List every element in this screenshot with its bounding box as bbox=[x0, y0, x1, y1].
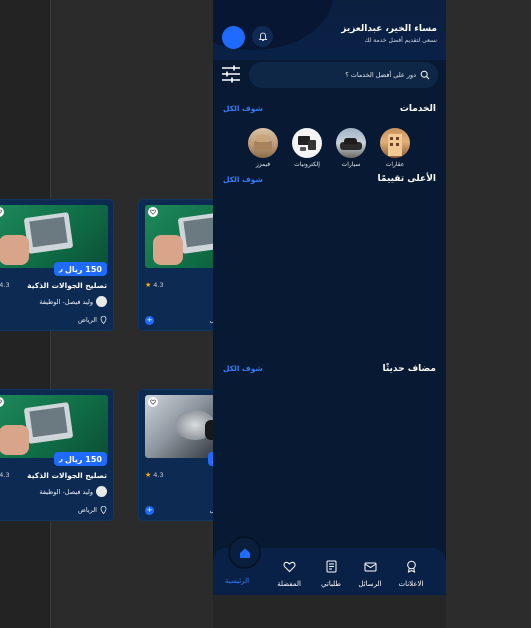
price-badge: 150 ريالر bbox=[53, 452, 107, 466]
service-rating: ★4.3 bbox=[0, 281, 10, 289]
mobile-app-frame: مساء الخير، عبدالعزيز نسعى لتقديم أفضل خ… bbox=[213, 0, 446, 595]
seller-name: وليد فيصل- الوظيفة bbox=[39, 297, 93, 306]
service-card[interactable]: 150 ريالر تصليح الجوالات الذكية ★4.3 وليد ف… bbox=[0, 199, 114, 331]
category-label: فيمزز bbox=[255, 161, 271, 168]
home-icon bbox=[239, 548, 250, 558]
seller-info: وليد فيصل- الوظيفة bbox=[39, 296, 107, 307]
top-rated-title: الأعلى تقييمًا bbox=[377, 174, 436, 184]
riyal-currency-icon: ر bbox=[58, 265, 63, 273]
recently-added-title: مضاف حديثًا bbox=[382, 364, 436, 374]
nav-messages-label: الرسائل bbox=[358, 580, 382, 588]
add-icon[interactable]: + bbox=[145, 506, 154, 515]
rating-value: 4.3 bbox=[153, 471, 164, 479]
riyal-currency-icon: ر bbox=[58, 455, 63, 463]
search-placeholder: دور على أفضل الخدمات ؟ bbox=[345, 71, 416, 79]
building-icon bbox=[380, 128, 410, 158]
service-title: تصليح الجوالات الذكية bbox=[27, 471, 107, 480]
seller-avatar bbox=[96, 486, 107, 497]
rating-value: 4.3 bbox=[153, 281, 164, 289]
rating-value: 4.3 bbox=[0, 471, 10, 479]
car-icon bbox=[336, 128, 366, 158]
nav-messages[interactable]: الرسائل bbox=[350, 558, 390, 588]
location-text: الرياض bbox=[77, 506, 97, 514]
service-image bbox=[0, 205, 108, 268]
category-furniture[interactable]: فيمزز bbox=[246, 128, 280, 168]
greeting-block: مساء الخير، عبدالعزيز نسعى لتقديم أفضل خ… bbox=[341, 24, 437, 44]
category-real-estate[interactable]: عقارات bbox=[378, 128, 412, 168]
nav-ads-label: الاعلانات bbox=[398, 580, 424, 588]
recently-added-see-all-link[interactable]: شوف الكل bbox=[223, 364, 263, 373]
nav-ads[interactable]: الاعلانات bbox=[391, 558, 431, 588]
service-title: تصليح الجوالات الذكية bbox=[27, 281, 107, 290]
service-rating: ★4.3 bbox=[145, 471, 164, 479]
location-info: الرياض bbox=[78, 506, 107, 514]
badge-icon bbox=[406, 560, 416, 573]
star-icon: ★ bbox=[145, 471, 152, 479]
star-icon: ★ bbox=[145, 281, 152, 289]
nav-orders[interactable]: طلباتي bbox=[311, 558, 351, 588]
greeting-subtitle: نسعى لتقديم أفضل خدمة لك bbox=[364, 37, 438, 44]
heart-icon bbox=[283, 561, 295, 573]
price-value: 150 ريال bbox=[64, 264, 102, 274]
mail-icon bbox=[364, 562, 376, 572]
service-rating: ★4.3 bbox=[0, 471, 10, 479]
category-cars[interactable]: سيارات bbox=[334, 128, 368, 168]
bell-icon[interactable] bbox=[252, 26, 273, 47]
location-info: الرياض bbox=[78, 316, 107, 324]
nav-favorites[interactable]: المفضلة bbox=[269, 558, 309, 588]
filter-icon[interactable] bbox=[221, 64, 241, 84]
location-text: الرياض bbox=[77, 316, 97, 324]
rating-value: 4.3 bbox=[0, 281, 10, 289]
nav-home-button[interactable] bbox=[228, 536, 261, 569]
orders-icon bbox=[326, 560, 336, 573]
services-title: الخدمات bbox=[399, 104, 436, 114]
price-value: 150 ريال bbox=[64, 454, 102, 464]
nav-orders-label: طلباتي bbox=[321, 580, 341, 588]
seller-info: وليد فيصل- الوظيفة bbox=[39, 486, 107, 497]
service-image bbox=[0, 395, 108, 458]
seller-name: وليد فيصل- الوظيفة bbox=[39, 487, 93, 496]
canvas-right-panel bbox=[446, 0, 531, 628]
location-pin-icon bbox=[100, 506, 107, 514]
favorite-heart-icon[interactable] bbox=[148, 207, 158, 217]
avatar[interactable] bbox=[222, 26, 245, 49]
top-rated-see-all-link[interactable]: شوف الكل bbox=[223, 175, 263, 184]
category-electronics[interactable]: إلكترونيات bbox=[290, 128, 324, 168]
favorite-heart-icon[interactable] bbox=[148, 397, 158, 407]
price-badge: 150 ريالر bbox=[53, 262, 107, 276]
service-card[interactable]: 150 ريالر تصليح الجوالات الذكية ★4.3 وليد ف… bbox=[0, 389, 114, 521]
nav-favorites-label: المفضلة bbox=[277, 580, 301, 588]
services-see-all-link[interactable]: شوف الكل bbox=[223, 104, 263, 113]
search-input[interactable]: دور على أفضل الخدمات ؟ bbox=[249, 62, 438, 88]
search-icon bbox=[420, 70, 430, 80]
service-rating: ★4.3 bbox=[145, 281, 164, 289]
furniture-icon bbox=[248, 128, 278, 158]
electronics-icon bbox=[292, 128, 322, 158]
nav-home-label: الرئيسية bbox=[225, 577, 250, 585]
greeting-title: مساء الخير، عبدالعزيز bbox=[341, 24, 437, 34]
category-label: عقارات bbox=[385, 161, 405, 168]
location-pin-icon bbox=[100, 316, 107, 324]
add-icon[interactable]: + bbox=[145, 316, 154, 325]
seller-avatar bbox=[96, 296, 107, 307]
category-label: سيارات bbox=[341, 161, 361, 168]
category-label: إلكترونيات bbox=[294, 161, 320, 168]
